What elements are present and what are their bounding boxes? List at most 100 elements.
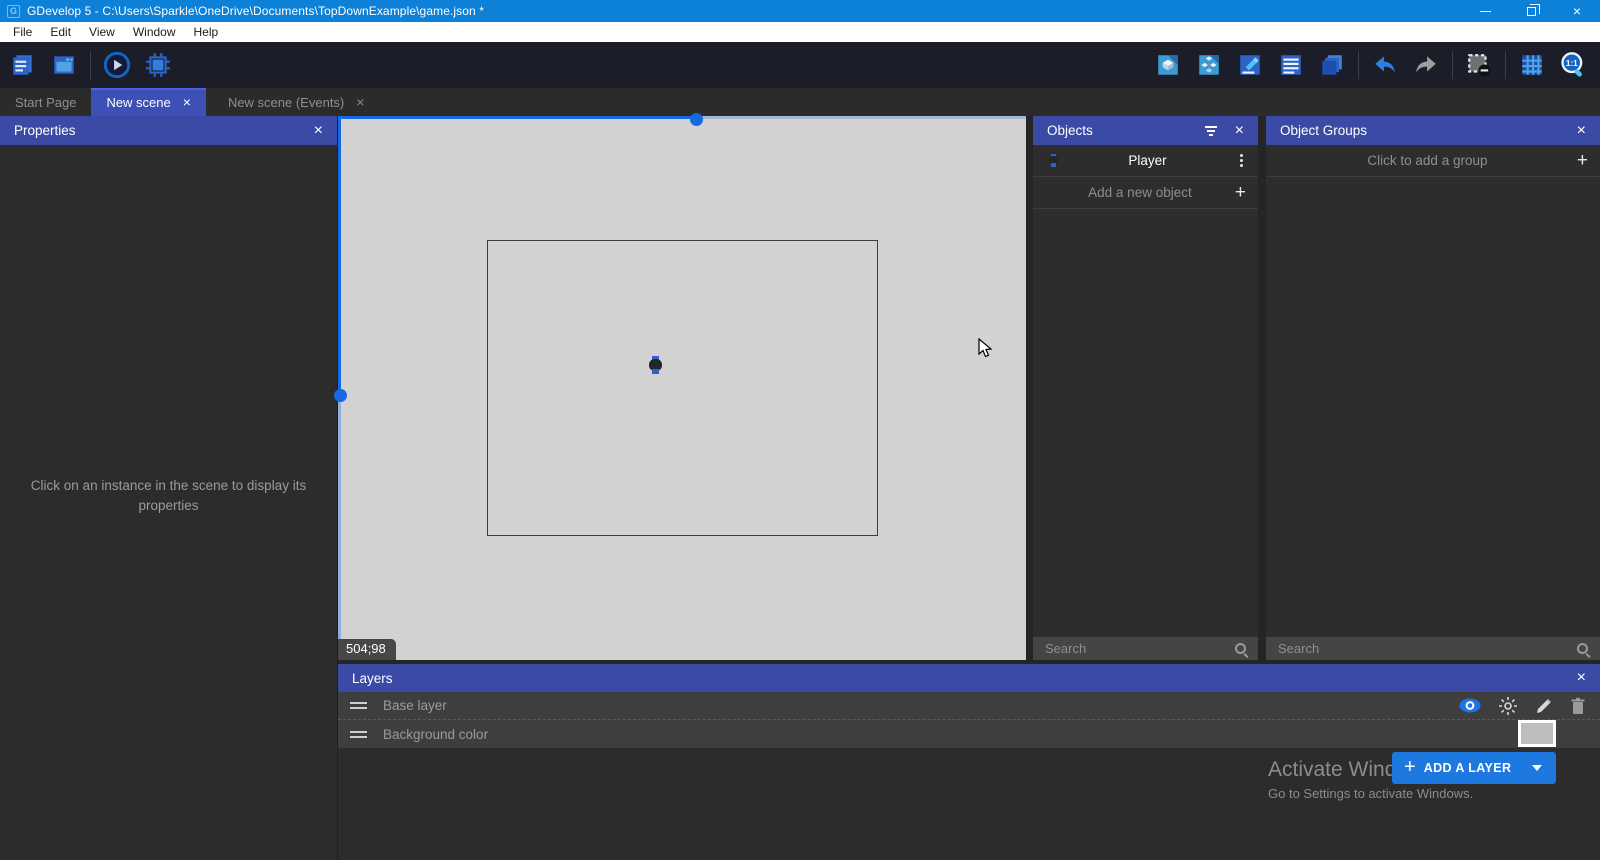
activate-windows-subtext: Go to Settings to activate Windows.	[1268, 786, 1473, 801]
drag-handle-icon[interactable]	[350, 731, 367, 738]
properties-panel-title: Properties	[14, 123, 296, 138]
menu-window[interactable]: Window	[124, 25, 185, 39]
drag-handle-icon[interactable]	[350, 702, 367, 709]
menu-edit[interactable]: Edit	[41, 25, 80, 39]
toolbar-separator	[1452, 51, 1453, 79]
redo-icon[interactable]	[1411, 50, 1441, 80]
add-layer-button[interactable]: + ADD A LAYER	[1392, 752, 1556, 784]
objects-search-box	[1033, 637, 1258, 660]
project-manager-icon[interactable]	[8, 50, 38, 80]
canvas-top-guide	[338, 116, 694, 119]
add-object-label: Add a new object	[1045, 185, 1235, 200]
debug-icon[interactable]	[143, 50, 173, 80]
window-controls: ×	[1462, 0, 1600, 22]
canvas-left-guide-light	[338, 392, 341, 660]
search-icon	[1235, 643, 1246, 654]
main-toolbar: 1:1	[0, 42, 1600, 88]
layers-panel-header: Layers ×	[338, 664, 1600, 692]
objects-panel: Objects × Player Add a new object +	[1033, 116, 1258, 660]
objects-panel-header: Objects ×	[1033, 116, 1258, 145]
objects-search-input[interactable]	[1045, 641, 1227, 656]
instances-list-icon[interactable]	[1276, 50, 1306, 80]
restore-icon	[1527, 7, 1536, 16]
object-name: Player	[1058, 153, 1237, 168]
properties-editor-icon[interactable]	[1235, 50, 1265, 80]
layers-close-icon[interactable]: ×	[1577, 670, 1586, 686]
plus-icon: +	[1577, 151, 1588, 170]
undo-icon[interactable]	[1370, 50, 1400, 80]
svg-text:1:1: 1:1	[1566, 59, 1578, 68]
player-instance[interactable]	[649, 356, 662, 374]
add-new-object-row[interactable]: Add a new object +	[1033, 177, 1258, 209]
gdevelop-logo-icon: G	[7, 5, 20, 18]
canvas-top-guide-dot[interactable]	[690, 113, 703, 126]
tab-start-page[interactable]: Start Page	[0, 88, 91, 116]
minimize-button[interactable]	[1462, 0, 1508, 22]
window-title: GDevelop 5 - C:\Users\Sparkle\OneDrive\D…	[27, 4, 484, 18]
properties-empty-message: Click on an instance in the scene to dis…	[18, 476, 319, 517]
canvas-top-guide-light	[694, 116, 1026, 119]
plus-icon: +	[1235, 183, 1246, 202]
toolbar-separator	[1358, 51, 1359, 79]
edit-layer-icon[interactable]	[1535, 697, 1553, 715]
restore-button[interactable]	[1508, 0, 1554, 22]
toolbar-separator	[1505, 51, 1506, 79]
start-page-icon[interactable]	[49, 50, 79, 80]
search-icon	[1577, 643, 1588, 654]
layer-name: Background color	[383, 727, 488, 742]
menu-view[interactable]: View	[80, 25, 124, 39]
canvas-left-guide	[338, 116, 341, 392]
tab-label: Start Page	[15, 95, 76, 110]
toggle-grid-icon[interactable]	[1517, 50, 1547, 80]
properties-close-icon[interactable]: ×	[314, 123, 323, 139]
object-menu-icon[interactable]	[1237, 154, 1246, 167]
chevron-down-icon[interactable]	[1532, 765, 1542, 771]
canvas-left-guide-dot[interactable]	[334, 389, 347, 402]
objects-panel-title: Objects	[1047, 123, 1187, 138]
visibility-on-icon[interactable]	[1459, 698, 1481, 713]
mouse-cursor	[978, 338, 994, 360]
close-button[interactable]: ×	[1554, 0, 1600, 22]
tab-close-icon[interactable]: ×	[356, 95, 364, 109]
object-groups-panel-title: Object Groups	[1280, 123, 1559, 138]
tab-label: New scene	[106, 95, 170, 110]
toolbar-separator	[90, 51, 91, 79]
layers-editor-icon[interactable]	[1317, 50, 1347, 80]
tab-close-icon[interactable]: ×	[183, 95, 191, 109]
groups-search-input[interactable]	[1278, 641, 1569, 656]
object-groups-close-icon[interactable]: ×	[1577, 123, 1586, 139]
menu-file[interactable]: File	[4, 25, 41, 39]
layer-list: Base layer Background color	[338, 692, 1600, 748]
layer-name: Base layer	[383, 698, 447, 713]
editor-tab-bar: Start Page New scene × New scene (Events…	[0, 88, 1600, 116]
add-group-row[interactable]: Click to add a group +	[1266, 145, 1600, 177]
layer-row-base[interactable]: Base layer	[338, 692, 1600, 720]
tab-label: New scene (Events)	[228, 95, 344, 110]
layer-effects-icon[interactable]	[1498, 696, 1518, 716]
layer-row-background[interactable]: Background color	[338, 720, 1600, 748]
zoom-original-icon[interactable]: 1:1	[1558, 50, 1588, 80]
scene-canvas[interactable]: 504;98	[338, 116, 1026, 660]
plus-icon: +	[1392, 756, 1424, 781]
tab-new-scene[interactable]: New scene ×	[91, 88, 206, 116]
menu-help[interactable]: Help	[185, 25, 228, 39]
objects-close-icon[interactable]: ×	[1235, 123, 1244, 139]
object-groups-panel: Object Groups × Click to add a group +	[1266, 116, 1600, 660]
background-color-swatch[interactable]	[1518, 720, 1556, 747]
minimize-icon	[1480, 11, 1491, 12]
tab-new-scene-events[interactable]: New scene (Events) ×	[213, 88, 380, 116]
groups-search-box	[1266, 637, 1600, 660]
filter-icon[interactable]	[1205, 126, 1217, 136]
preview-play-icon[interactable]	[102, 50, 132, 80]
object-list-item-player[interactable]: Player	[1033, 145, 1258, 177]
delete-layer-icon[interactable]	[1570, 697, 1586, 715]
object-groups-panel-header: Object Groups ×	[1266, 116, 1600, 145]
title-bar: G GDevelop 5 - C:\Users\Sparkle\OneDrive…	[0, 0, 1600, 22]
cursor-coordinates-badge: 504;98	[338, 639, 396, 660]
properties-panel: Properties × Click on an instance in the…	[0, 116, 338, 860]
tab-gap	[206, 88, 213, 116]
clear-selection-icon[interactable]	[1464, 50, 1494, 80]
object-groups-editor-icon[interactable]	[1194, 50, 1224, 80]
objects-editor-icon[interactable]	[1153, 50, 1183, 80]
layers-panel-title: Layers	[352, 671, 1559, 686]
